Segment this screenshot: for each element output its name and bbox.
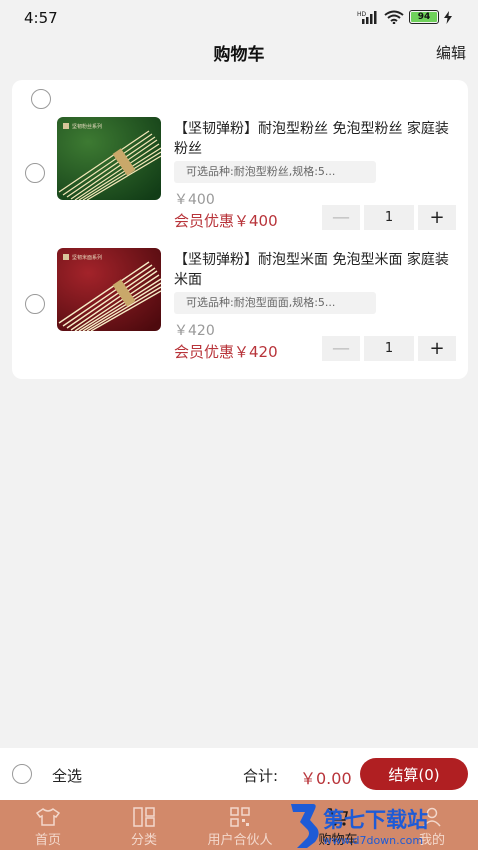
increase-button[interactable]: +: [418, 336, 456, 361]
tab-partner[interactable]: 用户合伙人: [198, 800, 282, 850]
original-price: ￥400: [174, 192, 215, 208]
tab-cart[interactable]: 购物车: [314, 800, 362, 850]
edit-button[interactable]: 编辑: [436, 42, 466, 63]
store-select-radio[interactable]: [31, 89, 51, 109]
checkout-button[interactable]: 结算(0): [360, 758, 468, 790]
page-title: 购物车: [213, 45, 265, 65]
product-image[interactable]: 坚韧米面系列: [57, 248, 161, 331]
decrease-button[interactable]: —: [322, 336, 360, 361]
quantity-value[interactable]: 1: [364, 205, 414, 230]
quantity-value[interactable]: 1: [364, 336, 414, 361]
qrcode-icon: [230, 807, 250, 827]
tab-home[interactable]: 首页: [28, 800, 68, 850]
quantity-stepper: — 1 +: [322, 205, 456, 230]
item-select-radio[interactable]: [25, 163, 45, 183]
cart-item: 坚韧粉丝系列 【坚韧弹粉】耐泡型粉丝 免泡型粉丝 家庭装粉丝 可选品种:耐泡型粉…: [12, 117, 468, 237]
tab-label: 我的: [418, 833, 445, 848]
battery-icon: 94: [409, 10, 439, 24]
decrease-button[interactable]: —: [322, 205, 360, 230]
tab-bar: 首页 分类 用户合伙人 购物车 我的: [0, 800, 478, 850]
total-value: ￥0.00: [300, 769, 352, 788]
cart-item: 坚韧米面系列 【坚韧弹粉】耐泡型米面 免泡型米面 家庭装米面 可选品种:耐泡型面…: [12, 248, 468, 368]
wifi-icon: [384, 10, 404, 24]
tab-label: 用户合伙人: [207, 833, 273, 848]
nav-bar: 购物车 编辑: [0, 36, 478, 66]
status-icons: HD 94: [357, 10, 452, 24]
member-price: 会员优惠￥420: [174, 343, 278, 361]
original-price: ￥420: [174, 323, 215, 339]
product-spec[interactable]: 可选品种:耐泡型粉丝,规格:5...: [174, 161, 376, 183]
tab-label: 分类: [130, 833, 157, 848]
tab-label: 购物车: [318, 833, 358, 848]
member-price: 会员优惠￥400: [174, 212, 278, 230]
user-icon: [423, 807, 441, 827]
cart-icon: [328, 808, 349, 826]
signal-icon: HD: [357, 11, 377, 24]
select-all-radio[interactable]: [12, 764, 32, 784]
tab-category[interactable]: 分类: [124, 800, 164, 850]
quantity-stepper: — 1 +: [322, 336, 456, 361]
product-name[interactable]: 【坚韧弹粉】耐泡型粉丝 免泡型粉丝 家庭装粉丝: [174, 119, 456, 159]
product-name[interactable]: 【坚韧弹粉】耐泡型米面 免泡型米面 家庭装米面: [174, 250, 456, 290]
cart-card: 坚韧粉丝系列 【坚韧弹粉】耐泡型粉丝 免泡型粉丝 家庭装粉丝 可选品种:耐泡型粉…: [12, 80, 468, 379]
grid-icon: [133, 807, 155, 827]
tab-mine[interactable]: 我的: [412, 800, 452, 850]
shirt-icon: [35, 808, 61, 826]
product-spec[interactable]: 可选品种:耐泡型面面,规格:5...: [174, 292, 376, 314]
charging-icon: [444, 10, 452, 24]
battery-level: 94: [417, 12, 431, 22]
status-time: 4:57: [24, 9, 58, 27]
product-image-label: 坚韧米面系列: [72, 254, 102, 261]
total-label: 合计:: [243, 767, 279, 785]
item-select-radio[interactable]: [25, 294, 45, 314]
status-bar: 4:57 HD 94: [0, 0, 478, 36]
select-all-label[interactable]: 全选: [52, 765, 82, 786]
svg-text:HD: HD: [357, 11, 367, 18]
increase-button[interactable]: +: [418, 205, 456, 230]
product-image-label: 坚韧粉丝系列: [72, 123, 102, 130]
tab-label: 首页: [34, 833, 61, 848]
checkout-bar: 全选 合计: ￥0.00 结算(0): [0, 748, 478, 800]
product-image[interactable]: 坚韧粉丝系列: [57, 117, 161, 200]
